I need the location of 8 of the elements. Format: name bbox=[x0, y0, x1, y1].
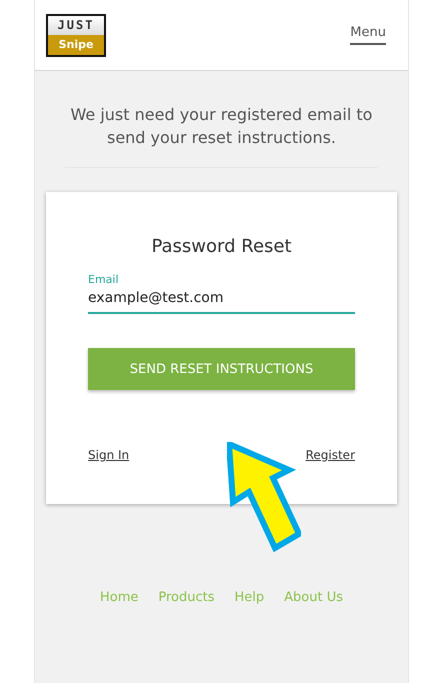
card-title: Password Reset bbox=[150, 236, 293, 257]
logo[interactable]: JUST Snipe bbox=[46, 14, 106, 56]
intro-text: We just need your registered email to send your reset instructions. bbox=[65, 103, 378, 168]
email-label: Email bbox=[88, 273, 120, 286]
email-field[interactable]: example@test.com bbox=[88, 286, 355, 314]
card-link[interactable]: Sign In bbox=[88, 448, 130, 462]
card-link[interactable]: Register bbox=[306, 448, 355, 462]
menu-button[interactable]: Menu bbox=[350, 25, 386, 45]
